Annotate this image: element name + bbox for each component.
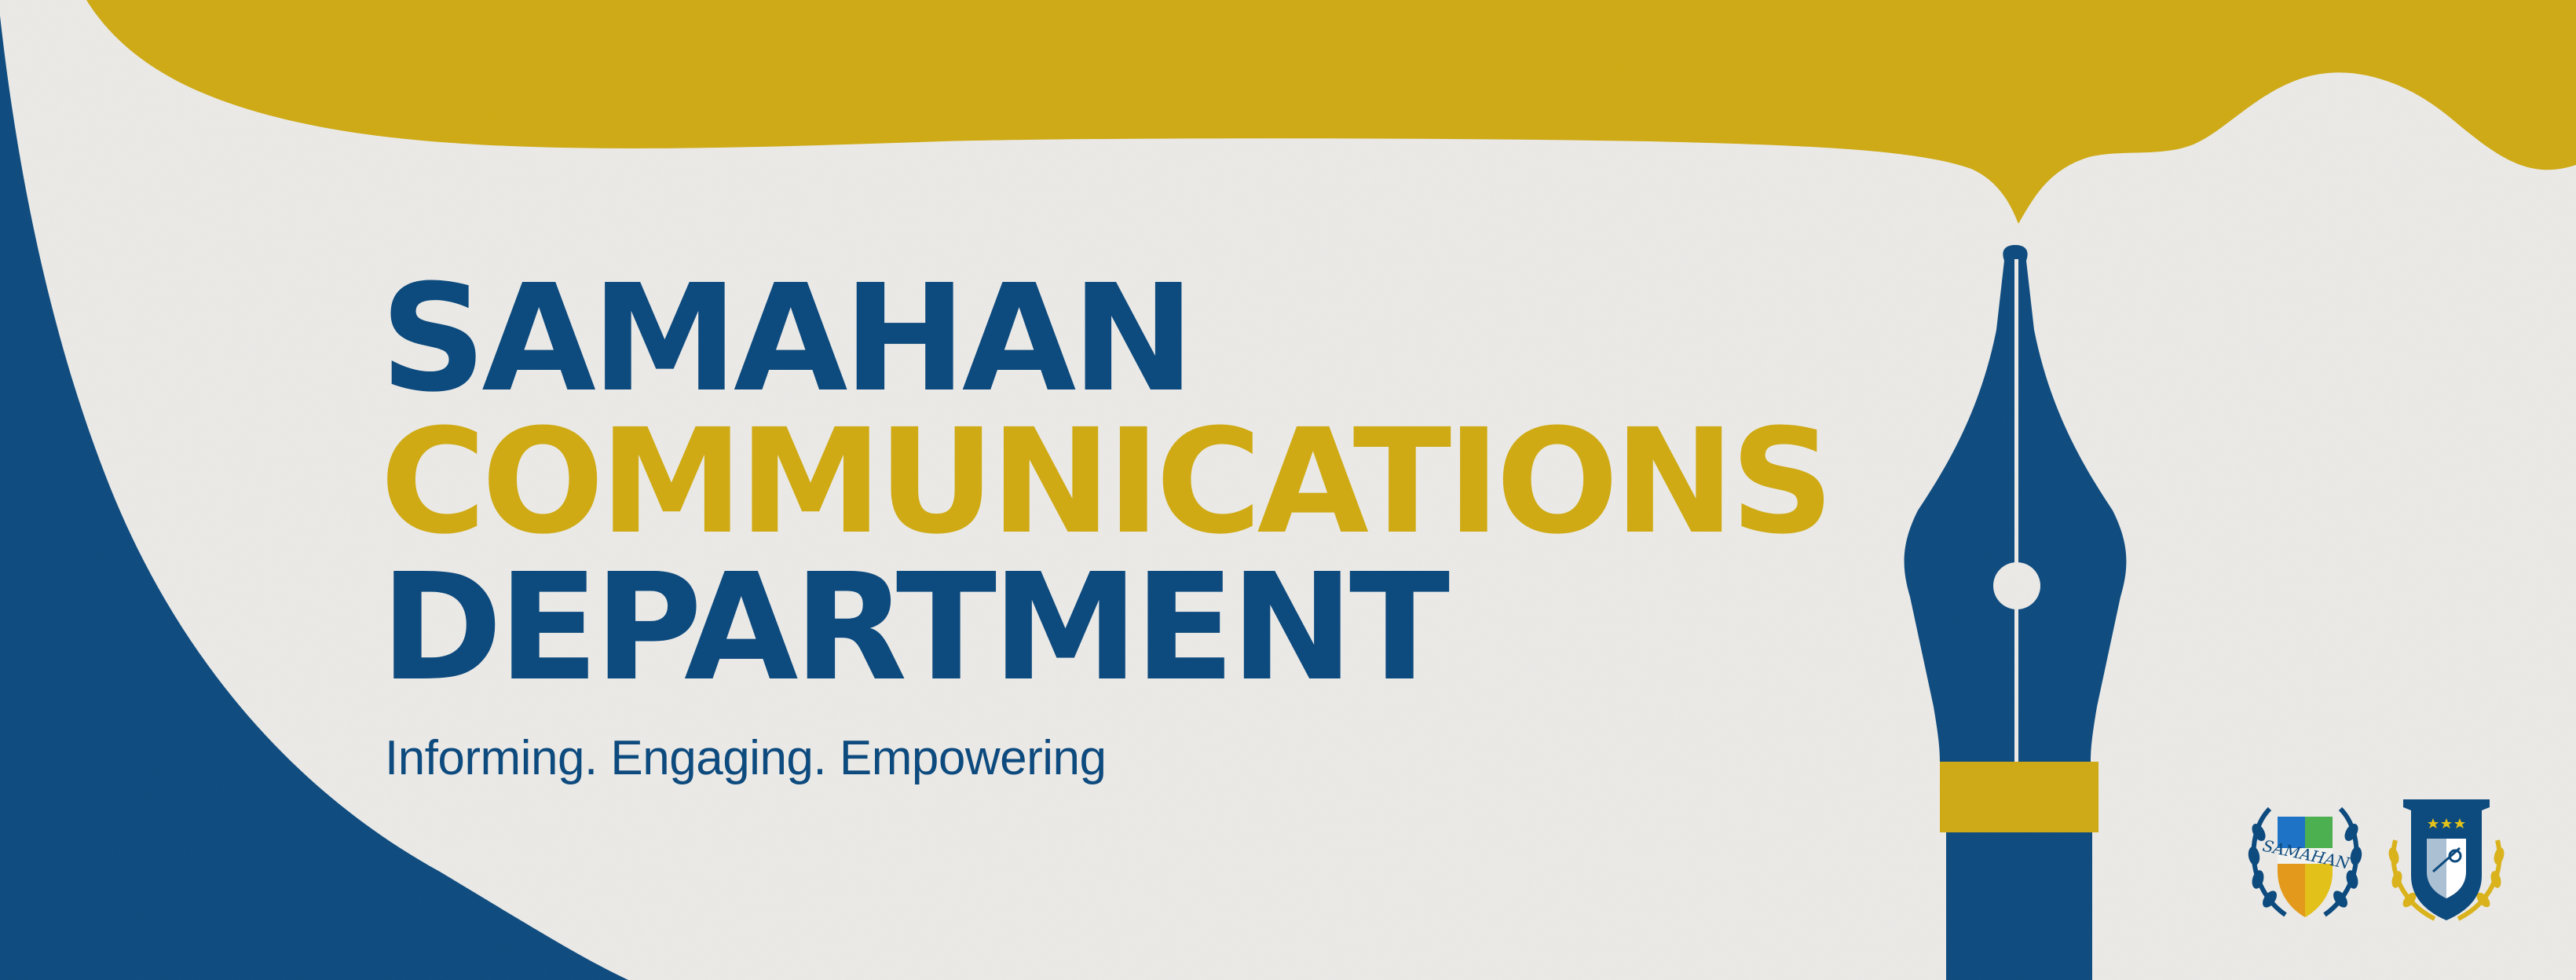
banner: SAMAHAN COMMUNICATIONS DEPARTMENT Inform… xyxy=(0,0,2576,980)
title-samahan: SAMAHAN xyxy=(380,253,1195,425)
title-communications: COMMUNICATIONS xyxy=(380,398,1835,566)
tagline: Informing. Engaging. Empowering xyxy=(385,731,1107,785)
samahan-seal-logo: SAMAHAN xyxy=(2248,806,2362,917)
department-shield-logo xyxy=(2388,799,2505,921)
title-department: DEPARTMENT xyxy=(380,542,1450,714)
